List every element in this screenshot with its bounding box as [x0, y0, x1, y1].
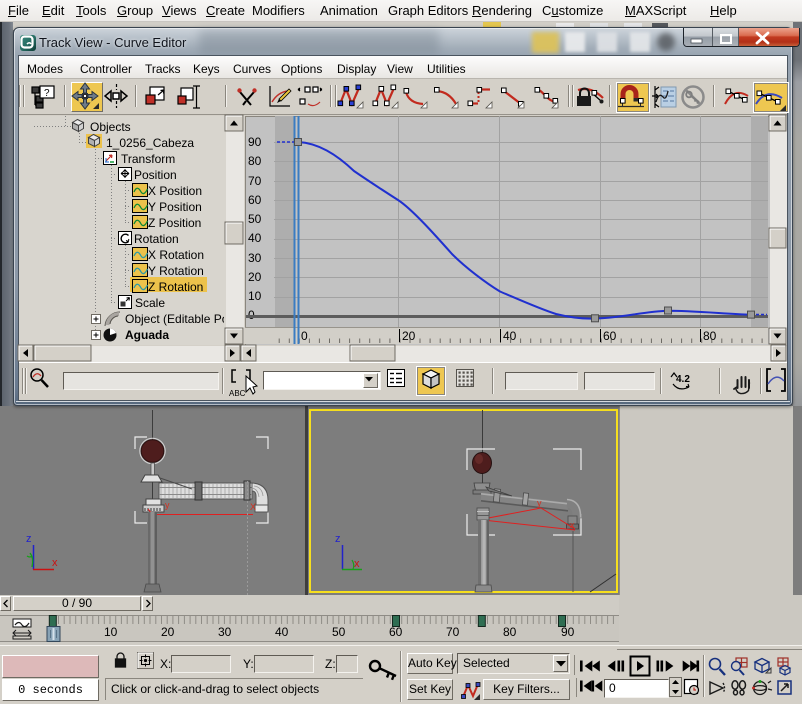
- svg-text:80: 80: [703, 329, 717, 343]
- svg-text:ABC: ABC: [229, 389, 246, 398]
- svg-text:40: 40: [503, 329, 517, 343]
- svg-text:y: y: [537, 498, 542, 508]
- svg-text:x: x: [354, 558, 360, 570]
- svg-text:20: 20: [402, 329, 416, 343]
- svg-text:y: y: [165, 500, 170, 510]
- svg-text:z: z: [335, 533, 341, 545]
- svg-text:z: z: [26, 533, 32, 545]
- svg-text:?: ?: [44, 88, 50, 99]
- svg-text:x: x: [52, 557, 58, 569]
- svg-text:4.2: 4.2: [676, 374, 690, 385]
- svg-text:0: 0: [301, 329, 308, 343]
- svg-text:X: X: [250, 502, 256, 512]
- svg-text:60: 60: [603, 329, 617, 343]
